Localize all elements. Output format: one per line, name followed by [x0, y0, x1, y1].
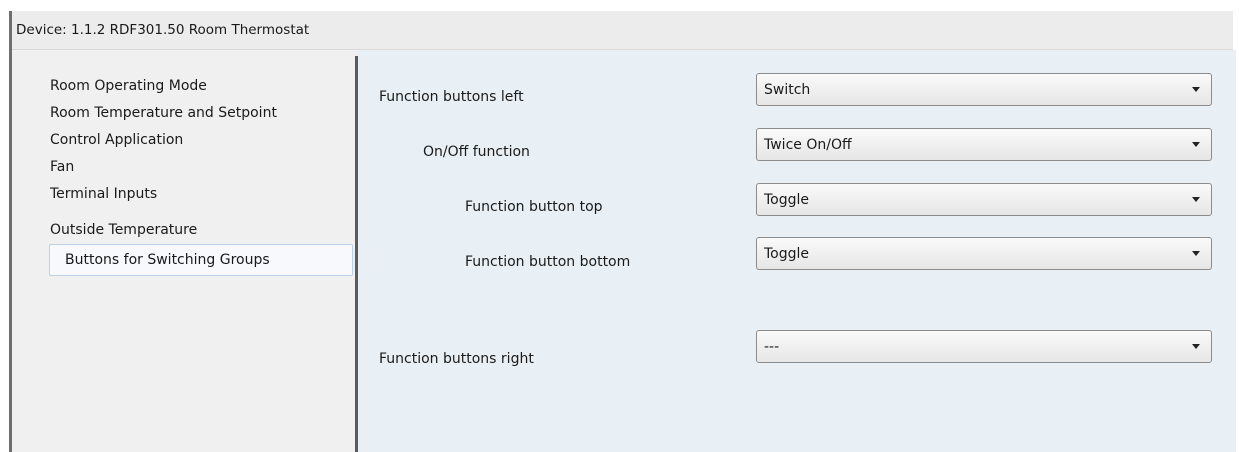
- title-bar: Device: 1.1.2 RDF301.50 Room Thermostat: [12, 11, 1233, 50]
- sidebar-item-fan[interactable]: Fan: [36, 154, 88, 180]
- function-button-bottom-label: Function button bottom: [465, 254, 631, 270]
- function-button-top-label: Function button top: [465, 199, 603, 215]
- sidebar-item-buttons-for-switching-groups[interactable]: Buttons for Switching Groups: [49, 244, 353, 276]
- function-buttons-left-label: Function buttons left: [379, 89, 524, 105]
- function-buttons-left-value: Switch: [764, 82, 811, 98]
- chevron-down-icon: [1192, 251, 1200, 256]
- sidebar-item-room-temperature-and-setpoint[interactable]: Room Temperature and Setpoint: [36, 100, 291, 126]
- chevron-down-icon: [1192, 197, 1200, 202]
- function-buttons-left-select[interactable]: Switch: [756, 73, 1212, 106]
- function-button-top-value: Toggle: [764, 192, 810, 208]
- function-buttons-right-label: Function buttons right: [379, 351, 534, 367]
- chevron-down-icon: [1192, 344, 1200, 349]
- function-button-bottom-value: Toggle: [764, 246, 810, 262]
- sidebar-item-room-operating-mode[interactable]: Room Operating Mode: [36, 73, 221, 99]
- on-off-function-label: On/Off function: [423, 144, 530, 160]
- device-title: Device: 1.1.2 RDF301.50 Room Thermostat: [16, 22, 310, 38]
- function-buttons-right-select[interactable]: ---: [756, 330, 1212, 363]
- on-off-function-select[interactable]: Twice On/Off: [756, 128, 1212, 161]
- function-button-bottom-select[interactable]: Toggle: [756, 237, 1212, 270]
- chevron-down-icon: [1192, 142, 1200, 147]
- sidebar-item-control-application[interactable]: Control Application: [36, 127, 197, 153]
- chevron-down-icon: [1192, 87, 1200, 92]
- function-button-top-select[interactable]: Toggle: [756, 183, 1212, 216]
- sidebar-item-outside-temperature[interactable]: Outside Temperature: [36, 217, 211, 243]
- on-off-function-value: Twice On/Off: [764, 137, 852, 153]
- parameter-window: Device: 1.1.2 RDF301.50 Room Thermostat …: [9, 11, 1236, 452]
- sidebar-item-terminal-inputs[interactable]: Terminal Inputs: [36, 181, 171, 207]
- function-buttons-right-value: ---: [764, 339, 780, 355]
- sidebar: Room Operating Mode Room Temperature and…: [12, 50, 355, 452]
